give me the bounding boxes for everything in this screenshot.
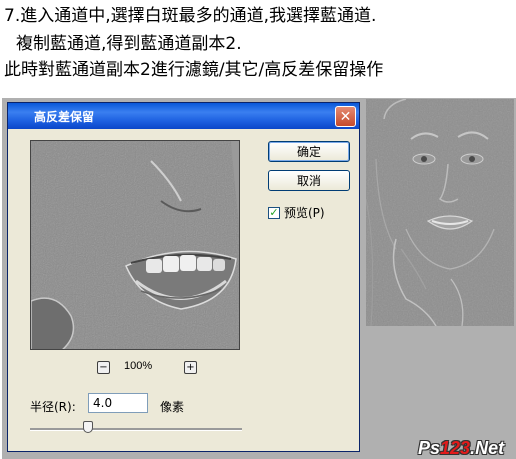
dialog-title: 高反差保留: [34, 110, 95, 124]
watermark-number: 123: [440, 438, 471, 458]
instruction-line-1: 7.進入通道中,選擇白斑最多的通道,我選擇藍通道.: [4, 6, 377, 26]
radius-label: 半径(R):: [30, 400, 76, 414]
preview-image: [31, 141, 239, 349]
instructions-text: 7.進入通道中,選擇白斑最多的通道,我選擇藍通道. 複制藍通道,得到藍通道副本2…: [0, 0, 516, 86]
radius-input[interactable]: [88, 393, 148, 413]
preview-label: 预览(P): [284, 206, 325, 220]
result-image: [366, 99, 514, 326]
plus-icon: +: [186, 361, 195, 373]
close-icon: ✕: [339, 108, 352, 125]
zoom-in-button[interactable]: +: [184, 361, 197, 374]
face-image: [366, 99, 514, 326]
site-watermark: Ps123.Net: [418, 438, 504, 459]
cancel-button[interactable]: 取消: [268, 170, 350, 191]
radius-slider-thumb[interactable]: [83, 421, 93, 433]
dialog-titlebar[interactable]: 高反差保留 ✕: [8, 103, 359, 129]
zoom-level: 100%: [124, 360, 153, 372]
filter-preview[interactable]: [30, 140, 240, 350]
zoom-out-button[interactable]: −: [97, 361, 110, 374]
watermark-suffix: .Net: [470, 438, 505, 458]
watermark-prefix: Ps: [418, 438, 441, 458]
ok-button[interactable]: 确定: [268, 141, 350, 162]
unit-label: 像素: [160, 400, 185, 414]
instruction-line-3: 此時對藍通道副本2進行濾鏡/其它/高反差保留操作: [4, 60, 384, 80]
preview-toggle[interactable]: ✓ 预览(P): [268, 204, 325, 221]
close-button[interactable]: ✕: [335, 106, 356, 127]
checkmark-icon: ✓: [269, 206, 279, 219]
preview-checkbox[interactable]: ✓: [268, 206, 280, 219]
radius-slider-track[interactable]: [30, 428, 242, 431]
instruction-line-2: 複制藍通道,得到藍通道副本2.: [16, 34, 242, 54]
minus-icon: −: [99, 361, 108, 373]
